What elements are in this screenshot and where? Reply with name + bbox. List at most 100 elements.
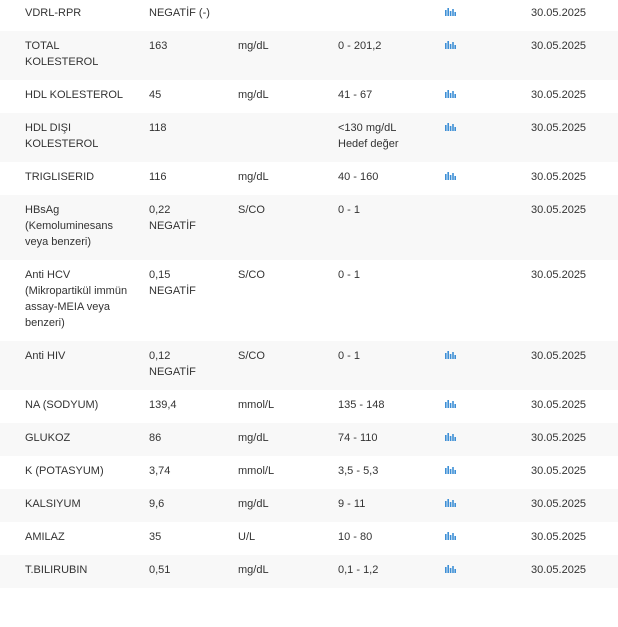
unit-cell: mg/dL [238,162,338,195]
unit-cell: mg/dL [238,489,338,522]
bar-chart-icon[interactable] [445,7,456,16]
unit-cell: S/CO [238,195,338,260]
table-row: TOTAL KOLESTEROL 163 mg/dL 0 - 201,2 30.… [0,31,618,80]
table-row: HBsAg (Kemoluminesans veya benzeri) 0,22… [0,195,618,260]
test-name: TRIGLISERID [25,171,95,183]
date-cell: 30.05.2025 [531,31,618,80]
result-value-cell: 0,22 NEGATİF [149,195,238,260]
chart-cell [445,195,531,260]
reference-range: 135 - 148 [338,399,385,411]
test-name-cell: HDL DIŞI KOLESTEROL [0,113,149,162]
reference-range-cell: 3,5 - 5,3 [338,456,445,489]
bar-chart-icon[interactable] [445,432,456,441]
chart-cell [445,162,531,195]
bar-chart-icon[interactable] [445,531,456,540]
result-value: 35 [149,531,162,543]
bar-chart-icon[interactable] [445,171,456,180]
test-name: HBsAg (Kemoluminesans veya benzeri) [25,204,114,248]
result-unit: mg/dL [238,432,269,444]
reference-range: 74 - 110 [338,432,378,444]
reference-range-cell: 0 - 1 [338,260,445,341]
unit-cell: S/CO [238,260,338,341]
unit-cell: S/CO [238,341,338,390]
result-date: 30.05.2025 [531,399,587,411]
reference-range-cell: 0,1 - 1,2 [338,555,445,588]
result-value: 86 [149,432,162,444]
result-unit: S/CO [238,350,265,362]
result-value-cell: 118 [149,113,238,162]
result-value: NEGATİF (-) [149,7,210,19]
result-date: 30.05.2025 [531,432,587,444]
unit-cell: mg/dL [238,423,338,456]
bar-chart-icon[interactable] [445,89,456,98]
table-row: T.BILIRUBIN 0,51 mg/dL 0,1 - 1,2 30.05.2… [0,555,618,588]
unit-cell: mg/dL [238,31,338,80]
date-cell: 30.05.2025 [531,80,618,113]
reference-range: 0 - 1 [338,350,361,362]
result-value-cell: 3,74 [149,456,238,489]
reference-range-cell [338,0,445,31]
bar-chart-icon[interactable] [445,40,456,49]
test-name-cell: AMILAZ [0,522,149,555]
test-name-cell: NA (SODYUM) [0,390,149,423]
result-value-cell: 86 [149,423,238,456]
reference-range-cell: 135 - 148 [338,390,445,423]
result-date: 30.05.2025 [531,7,587,19]
reference-range-cell: 74 - 110 [338,423,445,456]
lab-results-table: VDRL-RPR NEGATİF (-) 30.05.2025 TOTAL KO… [0,0,618,588]
test-name: HDL DIŞI KOLESTEROL [25,122,99,150]
result-date: 30.05.2025 [531,350,587,362]
test-name-cell: Anti HIV [0,341,149,390]
test-name-cell: T.BILIRUBIN [0,555,149,588]
result-value-cell: 35 [149,522,238,555]
bar-chart-icon[interactable] [445,122,456,131]
result-value: 0,22 NEGATİF [149,204,196,232]
result-value-cell: 45 [149,80,238,113]
bar-chart-icon[interactable] [445,564,456,573]
reference-range-cell: <130 mg/dL Hedef değer [338,113,445,162]
unit-cell [238,0,338,31]
result-value-cell: 163 [149,31,238,80]
result-date: 30.05.2025 [531,269,587,281]
unit-cell: U/L [238,522,338,555]
result-unit: mg/dL [238,40,269,52]
result-value-cell: 9,6 [149,489,238,522]
result-unit: S/CO [238,269,265,281]
result-value: 9,6 [149,498,165,510]
date-cell: 30.05.2025 [531,113,618,162]
reference-range: 9 - 11 [338,498,366,510]
test-name-cell: KALSIYUM [0,489,149,522]
table-row: TRIGLISERID 116 mg/dL 40 - 160 30.05.202… [0,162,618,195]
table-row: AMILAZ 35 U/L 10 - 80 30.05.2025 [0,522,618,555]
date-cell: 30.05.2025 [531,390,618,423]
chart-cell [445,456,531,489]
test-name-cell: GLUKOZ [0,423,149,456]
result-value: 0,12 NEGATİF [149,350,196,378]
unit-cell [238,113,338,162]
table-row: HDL KOLESTEROL 45 mg/dL 41 - 67 30.05.20… [0,80,618,113]
result-date: 30.05.2025 [531,498,587,510]
result-unit: mg/dL [238,171,269,183]
result-date: 30.05.2025 [531,171,587,183]
result-unit: mg/dL [238,498,269,510]
reference-range-cell: 10 - 80 [338,522,445,555]
result-value: 139,4 [149,399,177,411]
test-name: TOTAL KOLESTEROL [25,40,99,68]
result-value: 163 [149,40,168,52]
bar-chart-icon[interactable] [445,399,456,408]
result-unit: mg/dL [238,564,269,576]
test-name: Anti HCV (Mikropartikül immün assay-MEIA… [25,269,128,329]
result-date: 30.05.2025 [531,89,587,101]
test-name: AMILAZ [25,531,65,543]
reference-range: 41 - 67 [338,89,373,101]
unit-cell: mmol/L [238,390,338,423]
date-cell: 30.05.2025 [531,456,618,489]
date-cell: 30.05.2025 [531,162,618,195]
bar-chart-icon[interactable] [445,465,456,474]
bar-chart-icon[interactable] [445,350,456,359]
result-date: 30.05.2025 [531,564,587,576]
test-name: T.BILIRUBIN [25,564,88,576]
chart-cell [445,0,531,31]
bar-chart-icon[interactable] [445,498,456,507]
table-row: GLUKOZ 86 mg/dL 74 - 110 30.05.2025 [0,423,618,456]
